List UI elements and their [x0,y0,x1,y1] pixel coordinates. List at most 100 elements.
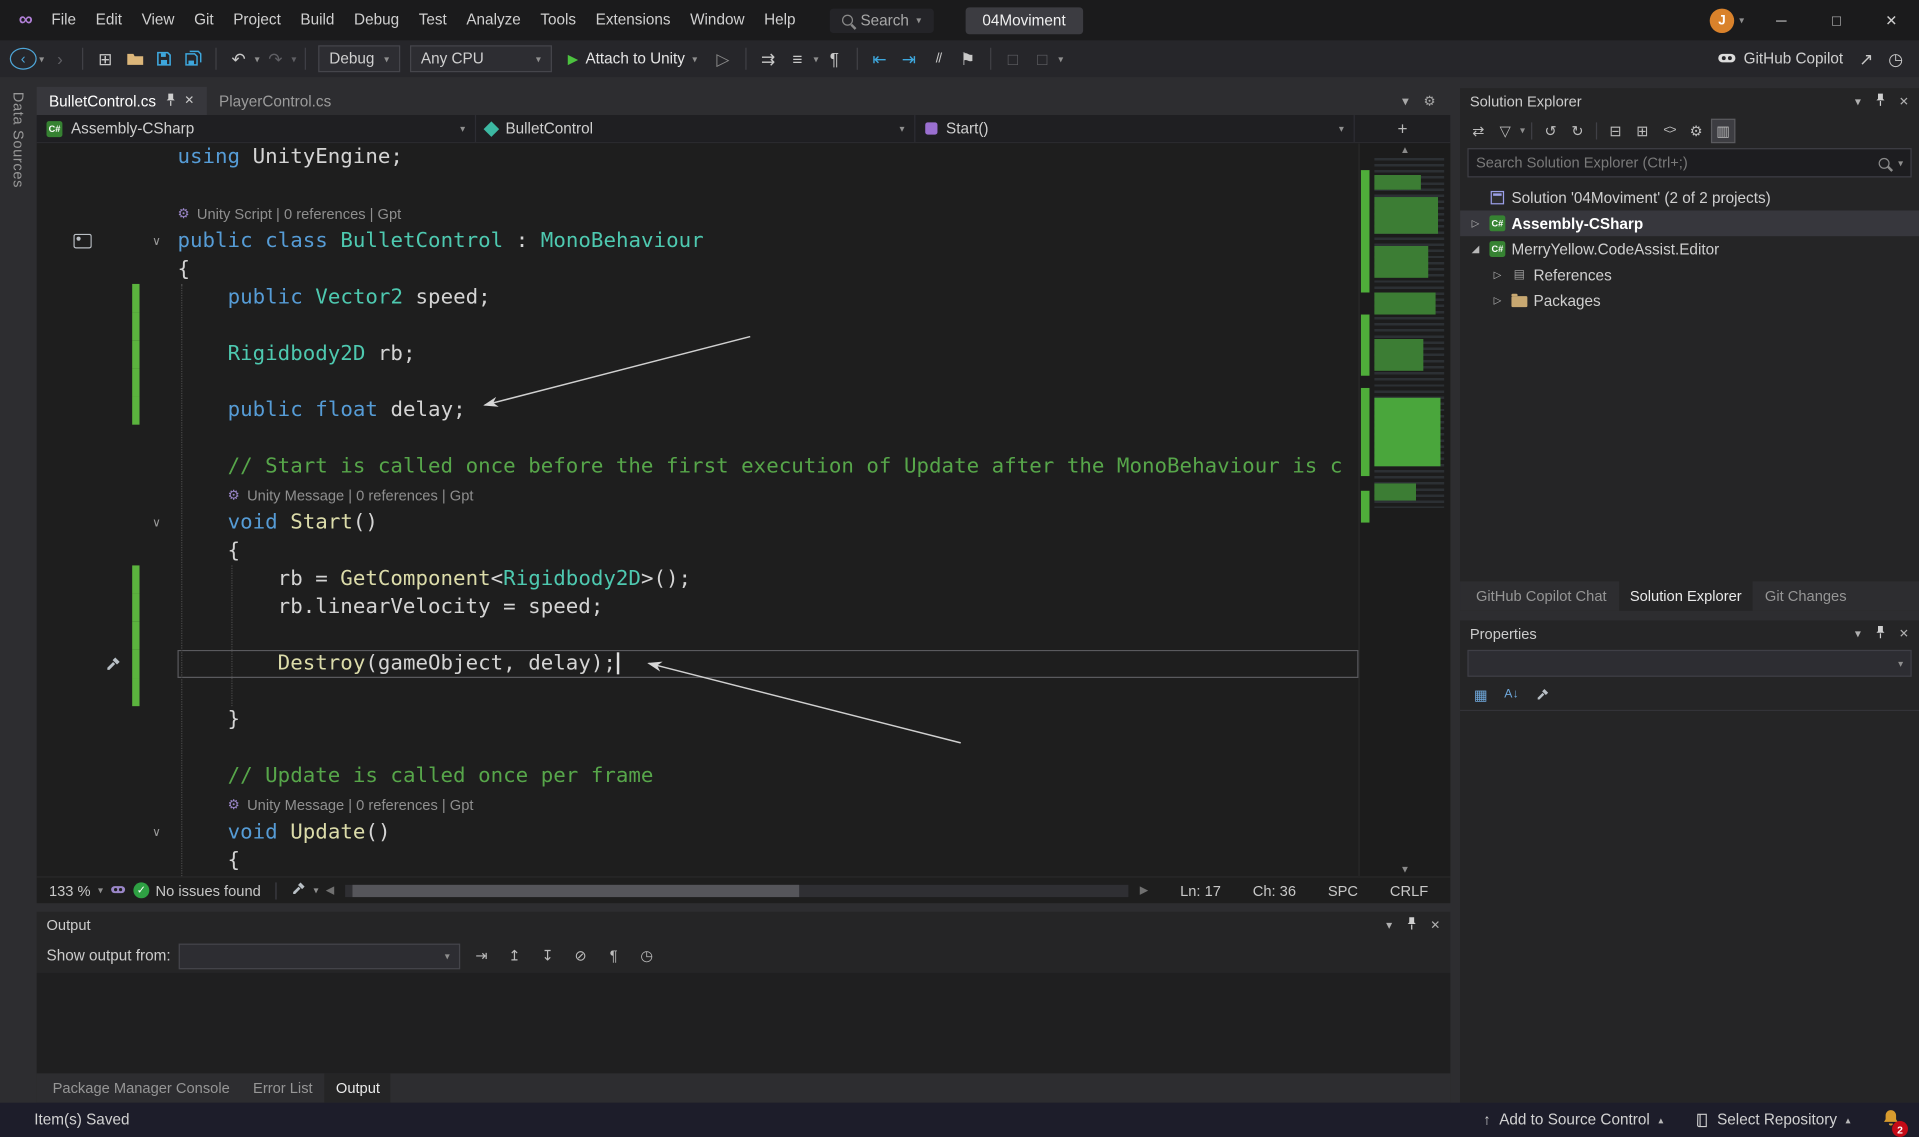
window-position-chevron-icon[interactable]: ▾ [1855,95,1861,108]
code-line[interactable] [177,622,1358,650]
word-wrap-icon[interactable]: ¶ [601,944,625,968]
navigate-backward-icon[interactable]: ‹ [10,48,37,70]
code-cleanup-icon[interactable] [291,881,306,899]
open-folder-icon[interactable] [121,44,148,73]
panel-tab-package-manager-console[interactable]: Package Manager Console [42,1073,241,1102]
code-line[interactable]: Rigidbody2D rb; [177,340,1358,368]
output-source-dropdown[interactable]: ▾ [179,943,460,969]
alphabetical-icon[interactable]: A↓ [1499,682,1523,706]
output-content[interactable] [37,973,1451,1073]
goto-location-icon[interactable]: ⇥ [469,944,493,968]
menu-tools[interactable]: Tools [531,0,586,40]
undo-icon[interactable]: ↶ [225,44,252,73]
next-message-icon[interactable]: ↧ [535,944,559,968]
codelens-text[interactable]: Unity Script | 0 references | Gpt [197,205,401,222]
horizontal-scrollbar[interactable] [345,884,1129,896]
panel-tab-github-copilot-chat[interactable]: GitHub Copilot Chat [1465,581,1618,610]
structure-chevron-icon[interactable]: ▾ [813,53,818,64]
code-line[interactable]: public float delay; [177,397,1358,425]
panel-tab-output[interactable]: Output [325,1073,391,1102]
close-tab-icon[interactable]: ✕ [184,94,194,107]
save-icon[interactable] [151,44,178,73]
line-indicator[interactable]: Ln: 17 [1180,882,1221,899]
github-copilot-button[interactable]: GitHub Copilot [1717,47,1851,70]
scroll-up-icon[interactable]: ▲ [1360,144,1451,155]
code-line[interactable]: void Start() [177,509,1358,537]
notifications-button[interactable]: 2 [1882,1109,1899,1131]
tab-playercontrol-cs[interactable]: PlayerControl.cs [207,87,344,115]
sync-with-active-document-icon[interactable]: ⇄ [1466,118,1490,142]
word-wrap-icon[interactable]: ¶ [821,44,848,73]
undo-chevron-icon[interactable]: ▾ [255,53,260,64]
fold-chevron-icon[interactable]: ∨ [147,228,167,256]
expander-collapsed-icon[interactable]: ▷ [1489,295,1505,306]
search-box[interactable]: Search ▾ [830,8,934,32]
expander-expanded-icon[interactable]: ◢ [1467,244,1483,255]
code-line[interactable]: using UnityEngine; [177,143,1358,171]
code-line[interactable]: rb = GetComponent<Rigidbody2D>(); [177,565,1358,593]
active-files-chevron-icon[interactable]: ▾ [1402,93,1409,109]
code-line[interactable]: public Vector2 speed; [177,284,1358,312]
minimap[interactable]: ▲ ▼ [1358,143,1450,876]
menu-edit[interactable]: Edit [86,0,132,40]
panel-tab-error-list[interactable]: Error List [242,1073,324,1102]
code-line[interactable]: { [177,537,1358,565]
navigate-to-icon[interactable]: ⇉ [755,44,782,73]
code-line[interactable]: { [177,256,1358,284]
tree-item-assembly-csharp[interactable]: ▷C#Assembly-CSharp [1460,211,1919,237]
tab-bulletcontrol-cs[interactable]: BulletControl.cs✕ [37,87,207,115]
file-structure-icon[interactable]: ≡ [784,44,811,73]
code-line[interactable]: // Start is called once before the first… [177,453,1358,481]
code-line[interactable]: // Update is called once per frame [177,762,1358,790]
menu-window[interactable]: Window [680,0,754,40]
expander-collapsed-icon[interactable]: ▷ [1467,218,1483,229]
code-cleanup-chevron-icon[interactable]: ▾ [313,885,318,896]
switch-views-icon[interactable]: ▥ [1711,118,1735,142]
account-chevron-icon[interactable]: ▾ [1739,15,1744,26]
previous-message-icon[interactable]: ↥ [502,944,526,968]
zoom-chevron-icon[interactable]: ▾ [98,885,103,896]
column-indicator[interactable]: Ch: 36 [1253,882,1296,899]
menu-extensions[interactable]: Extensions [586,0,680,40]
document-health-indicator[interactable]: ✓ No issues found [133,882,260,899]
code-line[interactable] [177,425,1358,453]
properties-gear-icon[interactable]: ⚙ [1684,118,1708,142]
view-code-icon[interactable]: <> [1657,118,1681,142]
redo-icon[interactable]: ↷ [262,44,289,73]
menu-debug[interactable]: Debug [344,0,409,40]
code-line[interactable]: public class BulletControl : MonoBehavio… [177,228,1358,256]
visual-studio-logo-icon[interactable]: ∞ [10,9,42,31]
code-line[interactable]: rb.linearVelocity = speed; [177,594,1358,622]
project-dropdown[interactable]: C# Assembly-CSharp ▾ [37,115,476,142]
property-pages-icon[interactable] [1530,682,1554,706]
navigate-forward-icon[interactable]: › [47,44,74,73]
history-icon[interactable]: ◷ [635,944,659,968]
minimize-button[interactable]: ─ [1754,0,1809,40]
panel-tab-solution-explorer[interactable]: Solution Explorer [1619,581,1753,610]
close-button[interactable]: ✕ [1864,0,1919,40]
select-repository-button[interactable]: Select Repository ▴ [1695,1111,1850,1128]
member-dropdown[interactable]: Start() ▾ [915,115,1354,142]
close-panel-icon[interactable]: ✕ [1899,95,1909,108]
code-line[interactable] [177,171,1358,199]
open-chat-icon[interactable]: ↗ [1853,44,1880,73]
tree-item-solution-04moviment-2-of-2-projects[interactable]: Solution '04Moviment' (2 of 2 projects) [1460,185,1919,211]
add-to-source-control-button[interactable]: ↑ Add to Source Control ▴ [1483,1111,1663,1128]
pin-icon[interactable] [1874,625,1885,642]
code-line[interactable]: rb.linearVelocity = speed; [177,875,1358,876]
menu-test[interactable]: Test [409,0,457,40]
code-line[interactable]: Destroy(gameObject, delay); [177,650,1358,678]
tab-options-gear-icon[interactable]: ⚙ [1423,93,1435,109]
menu-view[interactable]: View [132,0,184,40]
code-line[interactable] [177,368,1358,396]
filter-chevron-icon[interactable]: ▾ [1520,125,1525,136]
panel-tab-git-changes[interactable]: Git Changes [1754,581,1858,610]
categorized-icon[interactable]: ▦ [1469,682,1493,706]
collapse-all-icon[interactable]: ⊟ [1603,118,1627,142]
pin-icon[interactable] [1874,93,1885,110]
type-dropdown[interactable]: BulletControl ▾ [476,115,915,142]
account-avatar[interactable]: J [1710,8,1734,32]
new-project-icon[interactable]: ⊞ [92,44,119,73]
menu-help[interactable]: Help [754,0,805,40]
properties-object-dropdown[interactable]: ▾ [1467,650,1911,677]
